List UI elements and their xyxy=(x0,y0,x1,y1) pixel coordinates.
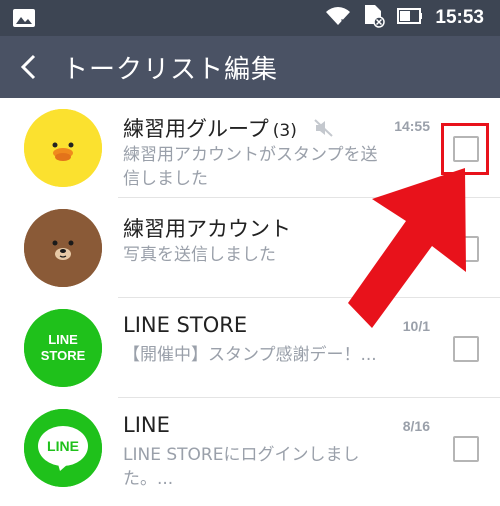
sim-icon xyxy=(363,4,386,32)
chat-time: 14:55 xyxy=(394,118,430,134)
chat-last-message: 練習用アカウントがスタンプを送信しました xyxy=(123,145,378,189)
chat-list: 練習用グループ (3) 練習用アカウントがスタンプを送信しました 14:55 練… xyxy=(0,98,500,498)
clock: 15:53 xyxy=(435,7,484,28)
chat-name: 練習用グループ (3) xyxy=(123,113,334,143)
line-store-logo-icon: LINE STORE xyxy=(24,309,102,387)
line-logo-icon: LINE xyxy=(24,409,102,487)
select-checkbox[interactable] xyxy=(453,436,479,462)
avatar xyxy=(24,109,102,187)
page-title: トークリスト編集 xyxy=(62,55,279,85)
list-item[interactable]: LINE STORE LINE STORE 【開催中】スタンプ感謝デー！... … xyxy=(0,298,500,398)
mute-icon xyxy=(313,118,334,142)
back-arrow-icon[interactable] xyxy=(16,52,40,82)
svg-text:STORE: STORE xyxy=(41,348,86,363)
chick-avatar-icon xyxy=(24,109,102,187)
chat-name: 練習用アカウント xyxy=(123,217,291,241)
list-item[interactable]: 練習用グループ (3) 練習用アカウントがスタンプを送信しました 14:55 xyxy=(0,98,500,198)
app-header: トークリスト編集 xyxy=(0,36,500,98)
image-icon xyxy=(12,8,36,32)
chat-time: 10/1 xyxy=(402,318,430,334)
battery-icon xyxy=(397,7,423,29)
list-item[interactable]: 練習用アカウント 写真を送信しました xyxy=(0,198,500,298)
select-checkbox[interactable] xyxy=(453,336,479,362)
chat-last-message: LINE STOREにログインしました。... xyxy=(123,445,360,489)
bear-avatar-icon xyxy=(24,209,102,287)
chat-name: LINE xyxy=(123,413,170,437)
chat-last-message: 写真を送信しました xyxy=(123,245,276,265)
select-checkbox[interactable] xyxy=(453,236,479,262)
status-bar: ! 15:53 xyxy=(0,0,500,36)
chat-name: LINE STORE xyxy=(123,313,248,337)
svg-text:LINE: LINE xyxy=(47,438,79,454)
avatar: LINE xyxy=(24,409,102,487)
svg-text:!: ! xyxy=(340,18,344,27)
avatar xyxy=(24,209,102,287)
chat-last-message: 【開催中】スタンプ感謝デー！... xyxy=(123,345,377,365)
select-checkbox[interactable] xyxy=(453,136,479,162)
svg-text:LINE: LINE xyxy=(48,332,78,347)
wifi-icon: ! xyxy=(325,5,351,31)
chat-time: 8/16 xyxy=(402,418,430,434)
list-item[interactable]: LINE LINE LINE STOREにログインしました。... 8/16 xyxy=(0,398,500,498)
avatar: LINE STORE xyxy=(24,309,102,387)
